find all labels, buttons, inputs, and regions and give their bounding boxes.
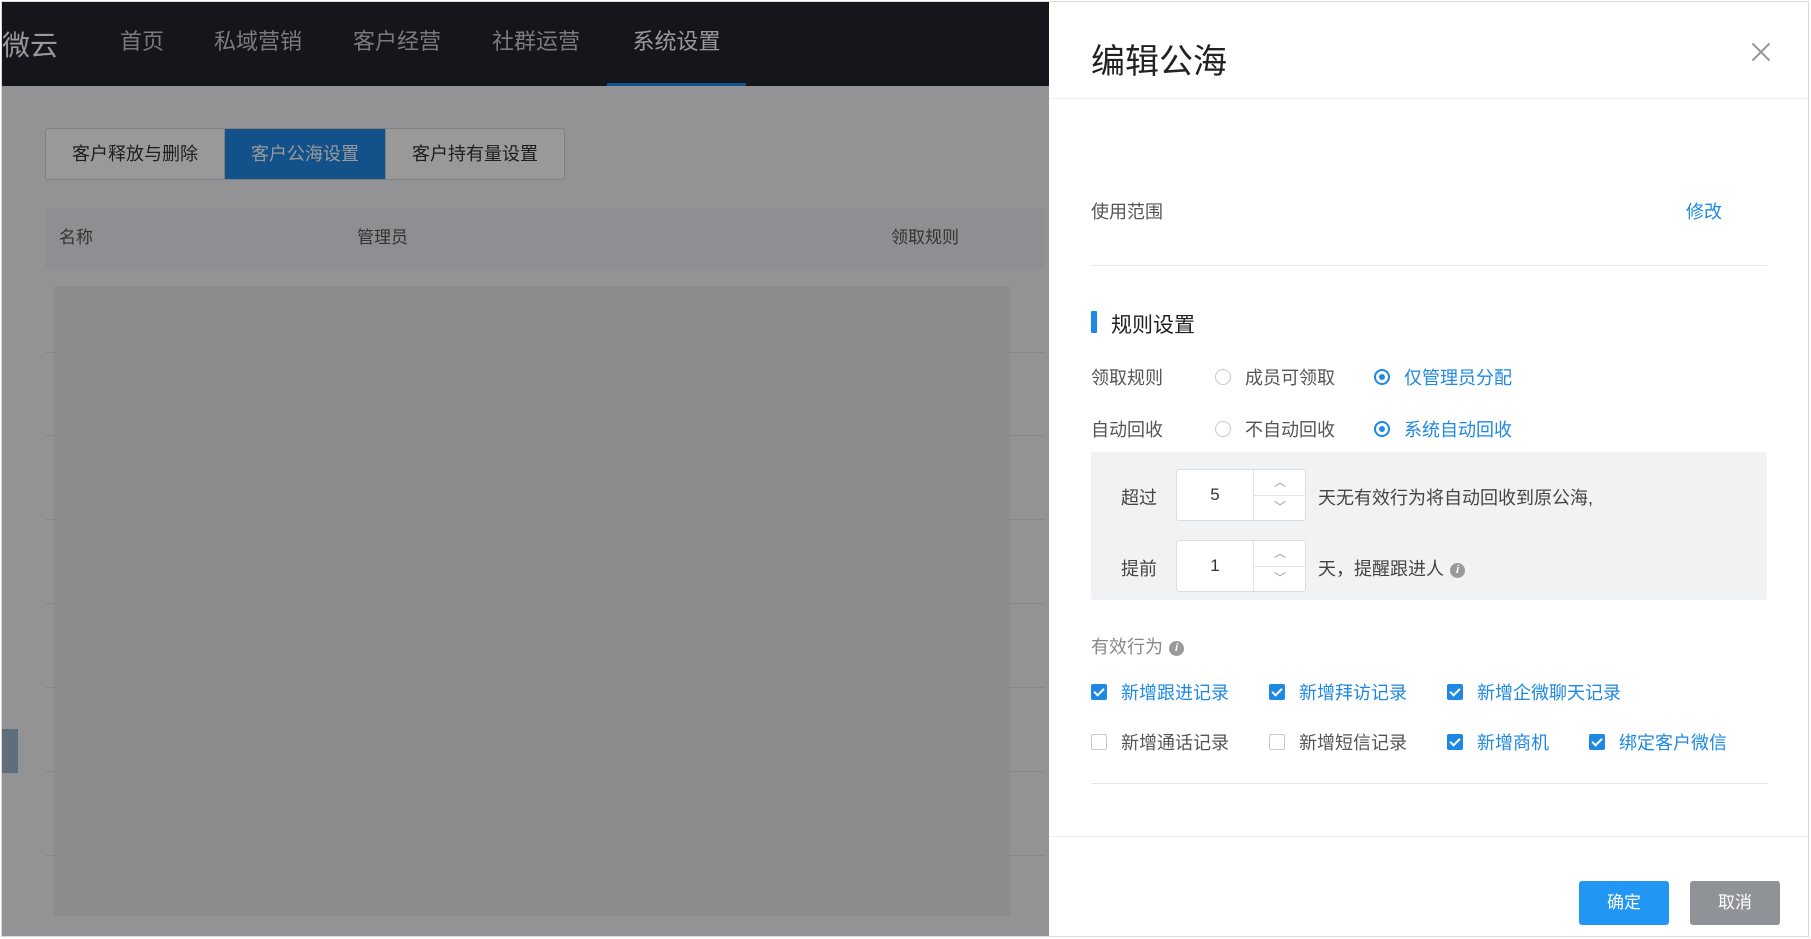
checkbox-label: 新增通话记录 (1121, 733, 1229, 753)
checkbox-box (1447, 734, 1463, 750)
radio-no-recycle[interactable]: 不自动回收 (1215, 416, 1335, 442)
checkbox-box (1269, 734, 1285, 750)
checkbox-call-record[interactable]: 新增通话记录 (1091, 729, 1229, 755)
edit-public-pool-drawer: 编辑公海 使用范围 修改 规则设置 领取规则 成员可领取 仅管理员分配 自动回收… (1049, 2, 1808, 936)
drawer-title: 编辑公海 (1091, 43, 1227, 81)
info-icon[interactable]: i (1169, 640, 1184, 656)
checkbox-opportunity[interactable]: 新增商机 (1447, 729, 1549, 755)
claim-rule-label: 领取规则 (1091, 368, 1163, 388)
increment-icon[interactable]: ︿ (1254, 541, 1306, 567)
radio-label: 不自动回收 (1245, 420, 1335, 440)
radio-label: 成员可领取 (1245, 368, 1335, 388)
radio-circle (1215, 421, 1231, 437)
advance-label: 提前 (1121, 559, 1157, 579)
checkbox-box (1269, 684, 1285, 700)
checkbox-visit-record[interactable]: 新增拜访记录 (1269, 679, 1407, 705)
exceed-days-stepper[interactable]: 5 ︿ ﹀ (1176, 469, 1306, 521)
scope-edit-link[interactable]: 修改 (1686, 198, 1722, 224)
checkbox-sms-record[interactable]: 新增短信记录 (1269, 729, 1407, 755)
section-title: 规则设置 (1111, 314, 1195, 337)
exceed-suffix: 天无有效行为将自动回收到原公海, (1318, 488, 1593, 508)
checkbox-wecom-chat-record[interactable]: 新增企微聊天记录 (1447, 679, 1621, 705)
window: 微云 首页 私域营销 客户经营 社群运营 系统设置 客户释放与删除 客户公海设置… (1, 1, 1809, 937)
checkbox-box (1091, 684, 1107, 700)
checkbox-label: 绑定客户微信 (1619, 733, 1727, 753)
advance-suffix-row: 天，提醒跟进人 i (1318, 555, 1465, 581)
auto-recycle-label: 自动回收 (1091, 420, 1163, 440)
checkbox-bind-wechat[interactable]: 绑定客户微信 (1589, 729, 1727, 755)
divider (1091, 265, 1767, 266)
radio-member-claim[interactable]: 成员可领取 (1215, 364, 1335, 390)
checkbox-label: 新增拜访记录 (1299, 683, 1407, 703)
checkbox-label: 新增商机 (1477, 733, 1549, 753)
section-marker (1091, 311, 1097, 333)
radio-circle (1374, 421, 1390, 437)
confirm-button[interactable]: 确定 (1579, 881, 1669, 925)
radio-label: 系统自动回收 (1404, 420, 1512, 440)
radio-admin-assign[interactable]: 仅管理员分配 (1374, 364, 1512, 390)
radio-label: 仅管理员分配 (1404, 368, 1512, 388)
divider (1091, 783, 1767, 784)
effective-behavior-row: 有效行为 i (1091, 633, 1184, 659)
cancel-button[interactable]: 取消 (1690, 881, 1780, 925)
close-icon[interactable] (1749, 40, 1773, 64)
checkbox-label: 新增企微聊天记录 (1477, 683, 1621, 703)
scope-label: 使用范围 (1091, 202, 1163, 222)
recycle-settings-box: 超过 5 ︿ ﹀ 天无有效行为将自动回收到原公海, 提前 1 ︿ ﹀ 天，提醒跟… (1091, 452, 1767, 600)
radio-circle (1374, 369, 1390, 385)
decrement-icon[interactable]: ﹀ (1254, 566, 1306, 591)
checkbox-box (1447, 684, 1463, 700)
checkbox-label: 新增短信记录 (1299, 733, 1407, 753)
stepper-arrows: ︿ ﹀ (1253, 541, 1306, 591)
checkbox-box (1091, 734, 1107, 750)
exceed-label: 超过 (1121, 488, 1157, 508)
radio-auto-recycle[interactable]: 系统自动回收 (1374, 416, 1512, 442)
advance-days-value[interactable]: 1 (1177, 541, 1253, 591)
stepper-arrows: ︿ ﹀ (1253, 470, 1306, 520)
decrement-icon[interactable]: ﹀ (1254, 495, 1306, 520)
info-icon[interactable]: i (1450, 562, 1465, 578)
checkbox-label: 新增跟进记录 (1121, 683, 1229, 703)
radio-circle (1215, 369, 1231, 385)
drawer-header: 编辑公海 (1049, 2, 1808, 99)
advance-days-stepper[interactable]: 1 ︿ ﹀ (1176, 540, 1306, 592)
increment-icon[interactable]: ︿ (1254, 470, 1306, 496)
effective-behavior-label: 有效行为 (1091, 637, 1163, 657)
checkbox-followup-record[interactable]: 新增跟进记录 (1091, 679, 1229, 705)
exceed-days-value[interactable]: 5 (1177, 470, 1253, 520)
modal-overlay[interactable] (2, 2, 1049, 936)
advance-suffix: 天，提醒跟进人 (1318, 559, 1444, 579)
drawer-footer: 确定 取消 (1049, 836, 1808, 936)
checkbox-box (1589, 734, 1605, 750)
